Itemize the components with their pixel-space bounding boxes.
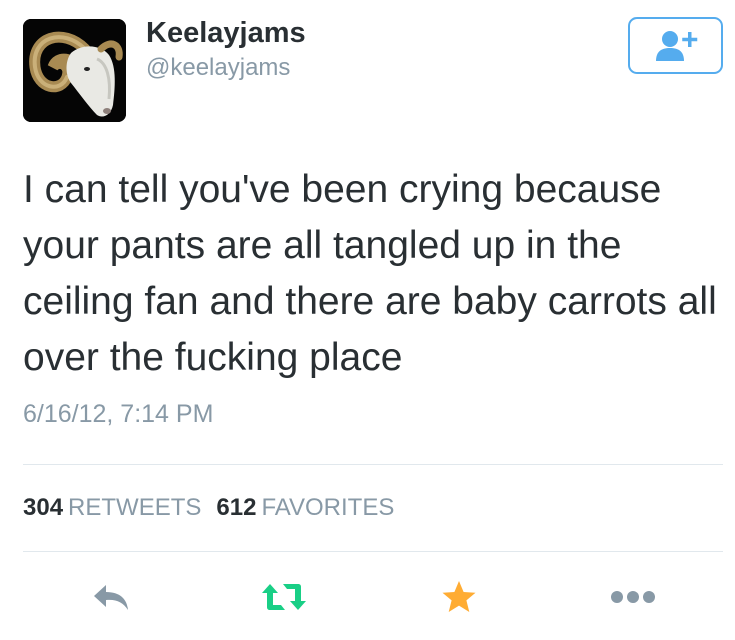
tweet-text: I can tell you've been crying because yo… bbox=[23, 168, 717, 379]
favorites-label: FAVORITES bbox=[261, 494, 395, 521]
follow-user-plus-icon bbox=[655, 30, 697, 61]
favorites-stat[interactable]: 612 FAVORITES bbox=[216, 494, 394, 521]
retweets-label: RETWEETS bbox=[68, 494, 202, 521]
favorite-button[interactable] bbox=[439, 577, 479, 617]
retweets-stat[interactable]: 304 RETWEETS bbox=[23, 494, 201, 521]
retweet-icon bbox=[262, 584, 306, 610]
divider bbox=[23, 551, 723, 552]
favorites-count: 612 bbox=[216, 494, 257, 521]
ram-avatar-icon bbox=[23, 19, 126, 122]
tweet-stats: 304 RETWEETS 612 FAVORITES bbox=[23, 493, 394, 523]
star-icon bbox=[442, 581, 476, 612]
more-options-button[interactable] bbox=[609, 577, 657, 617]
retweet-button[interactable] bbox=[259, 577, 309, 617]
more-dots-icon bbox=[611, 591, 655, 603]
tweet-timestamp: 6/16/12, 7:14 PM bbox=[23, 400, 214, 428]
avatar[interactable] bbox=[23, 19, 126, 122]
user-handle[interactable]: @keelayjams bbox=[146, 54, 290, 82]
reply-button[interactable] bbox=[90, 577, 134, 617]
retweets-count: 304 bbox=[23, 494, 64, 521]
divider bbox=[23, 464, 723, 465]
reply-arrow-icon bbox=[94, 585, 128, 610]
follow-button[interactable] bbox=[628, 17, 723, 74]
user-display-name[interactable]: Keelayjams bbox=[146, 16, 306, 50]
